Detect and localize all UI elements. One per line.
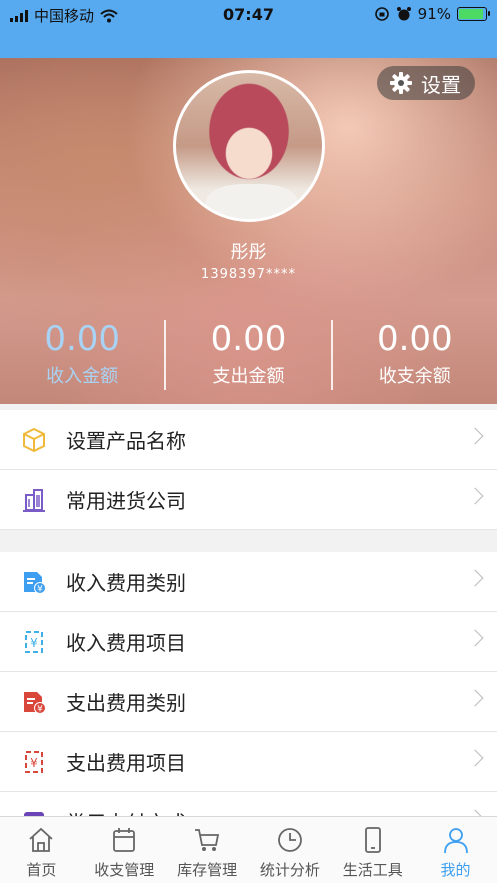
user-icon — [441, 825, 471, 855]
svg-text:¥: ¥ — [37, 584, 43, 594]
chevron-right-icon — [466, 629, 484, 647]
svg-text:¥: ¥ — [30, 636, 38, 650]
tab-income-expense[interactable]: 收支管理 — [83, 817, 166, 883]
menu-item-label: 支出费用项目 — [66, 751, 186, 775]
phone-icon — [358, 825, 388, 855]
chevron-right-icon — [466, 487, 484, 505]
menu-item-supplier[interactable]: 常用进货公司 — [0, 470, 497, 530]
svg-text:¥: ¥ — [37, 704, 43, 714]
user-name: 彤彤 — [230, 242, 267, 263]
tab-label: 统计分析 — [259, 861, 320, 879]
expense-value: 0.00 — [210, 319, 287, 359]
bottom-tab-bar: 首页 收支管理 库存管理 统计分析 生活工具 我的 — [0, 816, 497, 883]
cart-icon — [192, 825, 222, 855]
tab-home[interactable]: 首页 — [0, 817, 83, 883]
battery-percent: 91% — [417, 5, 451, 23]
profile-header: 设置 彤彤 1398397**** 0.00 收入金额 0.00 支出金额 0.… — [0, 58, 497, 404]
menu-item-label: 收入费用类别 — [66, 571, 186, 595]
svg-text:¥: ¥ — [30, 756, 38, 770]
expense-item-icon: ¥ — [20, 748, 48, 776]
gear-icon — [390, 72, 412, 94]
expense-stat: 0.00 支出金额 — [166, 320, 330, 390]
expense-category-icon: ¥ — [20, 688, 48, 716]
chevron-right-icon — [466, 749, 484, 767]
tab-label: 库存管理 — [177, 861, 238, 879]
menu-item-expense-item[interactable]: ¥ 支出费用项目 — [0, 732, 497, 792]
income-item-icon: ¥ — [20, 628, 48, 656]
rotation-lock-icon — [374, 7, 389, 21]
tab-statistics[interactable]: 统计分析 — [248, 817, 331, 883]
menu-item-income-item[interactable]: ¥ 收入费用项目 — [0, 612, 497, 672]
settings-button[interactable]: 设置 — [377, 66, 475, 100]
menu-group-fees: ¥ 收入费用类别 ¥ 收入费用项目 ¥ 支出费用类别 ¥ 支出费用项目 — [0, 552, 497, 852]
box-icon — [20, 426, 48, 454]
alarm-icon — [396, 7, 411, 21]
menu-item-label: 常用进货公司 — [66, 489, 186, 513]
income-value: 0.00 — [44, 319, 121, 359]
income-stat: 0.00 收入金额 — [0, 320, 164, 390]
menu-item-product-name[interactable]: 设置产品名称 — [0, 410, 497, 470]
menu-group-products: 设置产品名称 常用进货公司 — [0, 410, 497, 530]
tab-label: 我的 — [440, 861, 471, 879]
settings-menu: 设置产品名称 常用进货公司 ¥ 收入费用类别 ¥ 收入费用项目 ¥ 支出费用类别… — [0, 410, 497, 852]
menu-item-label: 支出费用类别 — [66, 691, 186, 715]
income-label: 收入金额 — [46, 366, 119, 387]
tab-label: 收支管理 — [94, 861, 155, 879]
tab-inventory[interactable]: 库存管理 — [166, 817, 249, 883]
balance-value: 0.00 — [376, 319, 453, 359]
status-bar: 中国移动 07:47 91% — [0, 0, 497, 58]
user-phone: 1398397**** — [201, 267, 296, 282]
tab-life-tools[interactable]: 生活工具 — [331, 817, 414, 883]
menu-item-income-category[interactable]: ¥ 收入费用类别 — [0, 552, 497, 612]
chevron-right-icon — [466, 427, 484, 445]
calendar-icon — [109, 825, 139, 855]
menu-item-label: 收入费用项目 — [66, 631, 186, 655]
income-category-icon: ¥ — [20, 568, 48, 596]
balance-label: 收支余额 — [378, 366, 451, 387]
avatar[interactable] — [173, 70, 325, 222]
tab-label: 生活工具 — [342, 861, 403, 879]
building-icon — [20, 486, 48, 514]
clock-icon — [275, 825, 305, 855]
tab-label: 首页 — [26, 861, 57, 879]
settings-label: 设置 — [421, 72, 461, 97]
chevron-right-icon — [466, 569, 484, 587]
stats-row: 0.00 收入金额 0.00 支出金额 0.00 收支余额 — [0, 320, 497, 390]
menu-item-label: 设置产品名称 — [66, 429, 186, 453]
chevron-right-icon — [466, 689, 484, 707]
tab-mine[interactable]: 我的 — [414, 817, 497, 883]
menu-item-expense-category[interactable]: ¥ 支出费用类别 — [0, 672, 497, 732]
balance-stat: 0.00 收支余额 — [333, 320, 497, 390]
expense-label: 支出金额 — [212, 366, 285, 387]
home-icon — [26, 825, 56, 855]
battery-icon — [457, 7, 490, 21]
